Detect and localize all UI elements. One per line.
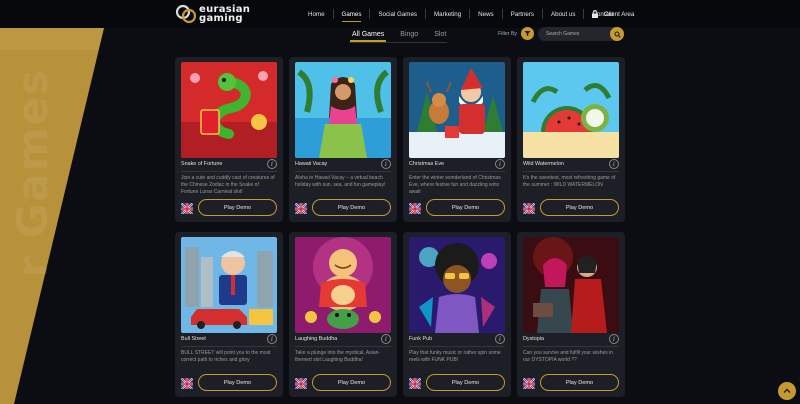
game-title: Christmas Eve <box>409 161 445 167</box>
nav-marketing[interactable]: Marketing <box>434 0 461 28</box>
nav-home[interactable]: Home <box>308 0 325 28</box>
funnel-icon <box>524 31 531 37</box>
snake-art-icon <box>181 62 277 158</box>
info-icon[interactable]: i <box>267 159 277 169</box>
game-card: Christmas Eve i Enter the winter wonderl… <box>403 57 511 222</box>
game-title: Dystopia <box>523 336 544 342</box>
santa-art-icon <box>409 62 505 158</box>
play-demo-button[interactable]: Play Demo <box>312 374 391 391</box>
play-demo-button[interactable]: Play Demo <box>426 374 505 391</box>
uk-flag-icon[interactable] <box>295 201 307 214</box>
info-icon[interactable]: i <box>495 334 505 344</box>
funk-art-icon <box>409 237 505 333</box>
game-card: Dystopia i Can you survive and fulfill y… <box>517 232 625 397</box>
game-title: Snake of Fortune <box>181 161 223 167</box>
games-grid: Snake of Fortune i Join a cute and cuddl… <box>175 57 625 397</box>
search-button[interactable] <box>610 27 624 41</box>
uk-flag-icon[interactable] <box>409 376 421 389</box>
game-title: Laughing Buddha <box>295 336 338 342</box>
scroll-top-button[interactable] <box>778 382 796 400</box>
nav-games[interactable]: Games <box>341 0 361 28</box>
game-thumbnail[interactable] <box>409 62 505 158</box>
game-thumbnail[interactable] <box>409 237 505 333</box>
game-card: Bull Street i BULL STREET will point you… <box>175 232 283 397</box>
client-area-link[interactable]: Client Area <box>583 0 634 28</box>
search-box <box>538 27 624 41</box>
info-icon[interactable]: i <box>495 159 505 169</box>
buddha-art-icon <box>295 237 391 333</box>
info-icon[interactable]: i <box>381 334 391 344</box>
uk-flag-icon[interactable] <box>295 376 307 389</box>
client-area-label: Client Area <box>604 10 635 18</box>
side-banner-text: r Games <box>8 68 57 278</box>
info-icon[interactable]: i <box>381 159 391 169</box>
nav-about-us[interactable]: About us <box>551 0 575 28</box>
nav-social-games[interactable]: Social Games <box>378 0 417 28</box>
game-thumbnail[interactable] <box>295 237 391 333</box>
play-demo-button[interactable]: Play Demo <box>540 374 619 391</box>
game-title: Funk Pub <box>409 336 433 342</box>
lock-icon <box>592 10 598 18</box>
top-navbar: eurasian gaming Home Games Social Games … <box>0 0 800 28</box>
info-icon[interactable]: i <box>609 334 619 344</box>
play-demo-button[interactable]: Play Demo <box>198 374 277 391</box>
logo-text-line2: gaming <box>199 13 243 24</box>
game-thumbnail[interactable] <box>181 62 277 158</box>
game-thumbnail[interactable] <box>181 237 277 333</box>
game-title: Hawaii Vacay <box>295 161 328 167</box>
game-thumbnail[interactable] <box>295 62 391 158</box>
uk-flag-icon[interactable] <box>181 201 193 214</box>
game-title: Bull Street <box>181 336 206 342</box>
play-demo-button[interactable]: Play Demo <box>426 199 505 216</box>
tab-slot[interactable]: Slot <box>432 31 448 42</box>
tab-bingo[interactable]: Bingo <box>398 31 420 42</box>
game-card: Laughing Buddha i Take a plunge into the… <box>289 232 397 397</box>
game-card: Funk Pub i Play that funky music or rath… <box>403 232 511 397</box>
hula-art-icon <box>295 62 391 158</box>
filter-label: Filter By <box>498 30 518 37</box>
game-card: Wild Watermelon i It's the sweetest, mos… <box>517 57 625 222</box>
dystopia-art-icon <box>523 237 619 333</box>
filter-button[interactable] <box>521 27 535 40</box>
uk-flag-icon[interactable] <box>523 201 535 214</box>
search-input[interactable] <box>538 31 608 37</box>
info-icon[interactable]: i <box>267 334 277 344</box>
game-card: Snake of Fortune i Join a cute and cuddl… <box>175 57 283 222</box>
uk-flag-icon[interactable] <box>523 376 535 389</box>
game-title: Wild Watermelon <box>523 161 564 167</box>
uk-flag-icon[interactable] <box>181 376 193 389</box>
search-icon <box>614 31 621 38</box>
nav-partners[interactable]: Partners <box>511 0 534 28</box>
brand-logo[interactable]: eurasian gaming <box>175 3 250 25</box>
game-thumbnail[interactable] <box>523 237 619 333</box>
play-demo-button[interactable]: Play Demo <box>198 199 277 216</box>
game-card: Hawaii Vacay i Aloha to Hawaii Vacay – a… <box>289 57 397 222</box>
nav-news[interactable]: News <box>478 0 493 28</box>
play-demo-button[interactable]: Play Demo <box>312 199 391 216</box>
tycoon-art-icon <box>181 237 277 333</box>
side-banner: r Games <box>0 28 104 404</box>
play-demo-button[interactable]: Play Demo <box>540 199 619 216</box>
filter-control: Filter By <box>498 27 535 40</box>
main-nav: Home Games Social Games Marketing News P… <box>308 0 614 28</box>
logo-mark-icon <box>175 4 197 24</box>
game-thumbnail[interactable] <box>523 62 619 158</box>
tabs-divider <box>349 42 447 43</box>
uk-flag-icon[interactable] <box>409 201 421 214</box>
fruit-art-icon <box>523 62 619 158</box>
info-icon[interactable]: i <box>609 159 619 169</box>
tab-all-games[interactable]: All Games <box>350 31 387 42</box>
chevron-up-icon <box>783 388 791 393</box>
